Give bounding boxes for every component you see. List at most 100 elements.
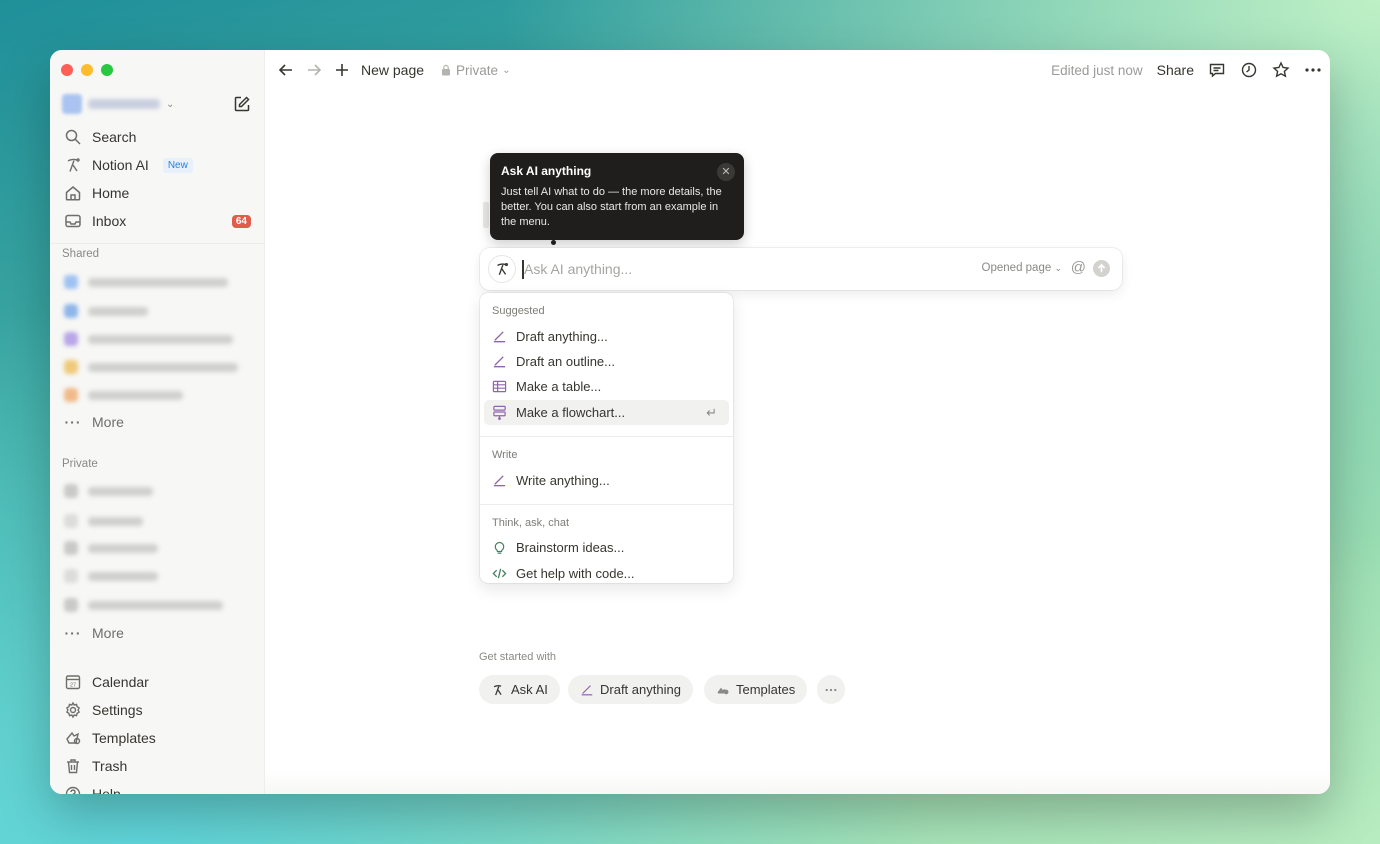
privacy-dropdown[interactable]: Private ⌄	[440, 63, 510, 78]
ask-ai-chip[interactable]: Ask AI	[479, 675, 560, 704]
blurred-page-title	[88, 362, 238, 372]
calendar-icon: 27	[65, 675, 81, 690]
private-page-item[interactable]	[64, 477, 153, 505]
chevron-down-icon: ⌄	[502, 64, 511, 76]
app-window: ⌄ Search Notion AI New Home Inbox 64 Sha…	[50, 50, 1330, 794]
top-bar: New page Private ⌄ Edited just now Share	[265, 50, 1330, 90]
sidebar-item-calendar[interactable]: 27 Calendar	[56, 668, 259, 696]
sidebar-item-templates[interactable]: Templates	[56, 724, 259, 752]
ask-ai-input[interactable]: Ask AI anything...	[524, 261, 632, 277]
sidebar-divider	[50, 243, 265, 244]
back-arrow-icon[interactable]	[277, 61, 295, 79]
menu-item-label: Brainstorm ideas...	[516, 540, 625, 555]
menu-item-make-table[interactable]: Make a table...	[484, 374, 729, 399]
inbox-count-badge: 64	[231, 214, 251, 228]
private-page-item[interactable]	[64, 591, 223, 619]
shared-page-item[interactable]	[64, 353, 238, 381]
sidebar-item-label: Templates	[92, 730, 156, 746]
page-icon	[64, 541, 78, 555]
clock-history-icon[interactable]	[1240, 61, 1258, 79]
templates-chip[interactable]: Templates	[704, 675, 808, 704]
sidebar-item-label: Home	[92, 185, 130, 201]
tooltip-title: Ask AI anything	[501, 164, 592, 178]
workspace-name-blurred	[88, 99, 160, 109]
code-icon	[492, 568, 507, 579]
blurred-page-title	[88, 277, 228, 287]
pen-icon	[493, 475, 506, 487]
sidebar-item-inbox[interactable]: Inbox 64	[56, 207, 259, 235]
blurred-page-title	[88, 571, 158, 581]
sidebar-item-settings[interactable]: Settings	[56, 696, 259, 724]
sidebar-item-home[interactable]: Home	[56, 179, 259, 207]
home-icon	[65, 186, 81, 201]
context-dropdown[interactable]: Opened page ⌄	[982, 262, 1062, 274]
pen-icon	[493, 331, 506, 343]
blurred-page-title	[88, 334, 233, 344]
menu-item-label: Write anything...	[516, 473, 610, 488]
close-window-button[interactable]	[61, 64, 73, 76]
inbox-icon	[65, 214, 81, 228]
sidebar-item-trash[interactable]: Trash	[56, 752, 259, 780]
mention-icon[interactable]: @	[1071, 259, 1086, 276]
close-icon[interactable]: ✕	[717, 163, 735, 181]
chip-label: Draft anything	[600, 682, 681, 697]
private-more-button[interactable]: ··· More	[56, 619, 259, 647]
page-title[interactable]: New page	[361, 62, 424, 78]
shared-page-item[interactable]	[64, 297, 148, 325]
enter-key-icon: ↵	[706, 404, 717, 420]
private-page-item[interactable]	[64, 507, 143, 535]
shared-page-item[interactable]	[64, 381, 183, 409]
chip-label: Ask AI	[511, 682, 548, 697]
ask-ai-tooltip: Ask AI anything Just tell AI what to do …	[490, 153, 744, 240]
plus-icon	[336, 64, 348, 76]
menu-item-label: Make a table...	[516, 379, 602, 394]
more-dots-icon[interactable]	[1304, 61, 1322, 79]
sidebar-item-help[interactable]: Help	[56, 780, 259, 794]
more-options-chip[interactable]	[817, 675, 845, 704]
shared-more-button[interactable]: ··· More	[56, 408, 259, 436]
new-badge: New	[162, 157, 193, 173]
sidebar-item-label: Inbox	[92, 213, 127, 229]
chip-label: Templates	[736, 682, 796, 697]
ask-ai-input-box[interactable]: Ask AI anything... Opened page ⌄ @	[480, 248, 1122, 290]
menu-item-code-help[interactable]: Get help with code...	[484, 561, 729, 583]
page-icon	[64, 569, 78, 583]
shared-page-item[interactable]	[64, 268, 228, 296]
menu-item-label: Draft an outline...	[516, 354, 615, 369]
send-button[interactable]	[1093, 260, 1110, 277]
sidebar-item-search[interactable]: Search	[56, 123, 259, 151]
bottom-fade	[265, 770, 1330, 794]
compose-icon[interactable]	[233, 95, 251, 113]
private-page-item[interactable]	[64, 562, 158, 590]
share-button[interactable]: Share	[1157, 62, 1194, 78]
page-icon	[64, 484, 78, 498]
workspace-switcher[interactable]: ⌄	[62, 94, 182, 114]
menu-item-label: Get help with code...	[516, 566, 635, 581]
page-icon	[64, 332, 78, 346]
menu-item-draft-anything[interactable]: Draft anything...	[484, 324, 729, 349]
page-icon	[64, 514, 78, 528]
minimize-window-button[interactable]	[81, 64, 93, 76]
more-dots-icon: ···	[64, 625, 82, 641]
sidebar-item-notion-ai[interactable]: Notion AI New	[56, 151, 259, 179]
draft-anything-chip[interactable]: Draft anything	[568, 675, 693, 704]
more-dots-icon	[825, 688, 837, 691]
menu-item-draft-outline[interactable]: Draft an outline...	[484, 349, 729, 374]
menu-item-write-anything[interactable]: Write anything...	[484, 468, 729, 493]
private-page-item[interactable]	[64, 534, 158, 562]
menu-item-make-flowchart[interactable]: Make a flowchart... ↵	[484, 400, 729, 425]
more-label: More	[92, 414, 124, 430]
tooltip-pointer	[551, 240, 556, 245]
chevron-down-icon: ⌄	[1054, 263, 1062, 273]
notion-ai-icon	[488, 255, 516, 283]
menu-item-label: Draft anything...	[516, 329, 608, 344]
zoom-window-button[interactable]	[101, 64, 113, 76]
menu-item-brainstorm[interactable]: Brainstorm ideas...	[484, 535, 729, 560]
pen-icon	[493, 356, 506, 368]
shared-page-item[interactable]	[64, 325, 233, 353]
star-icon[interactable]	[1272, 61, 1290, 79]
comment-icon[interactable]	[1208, 61, 1226, 79]
forward-arrow-icon[interactable]	[305, 61, 323, 79]
shared-section-title: Shared	[62, 248, 100, 260]
workspace-avatar	[62, 94, 82, 114]
